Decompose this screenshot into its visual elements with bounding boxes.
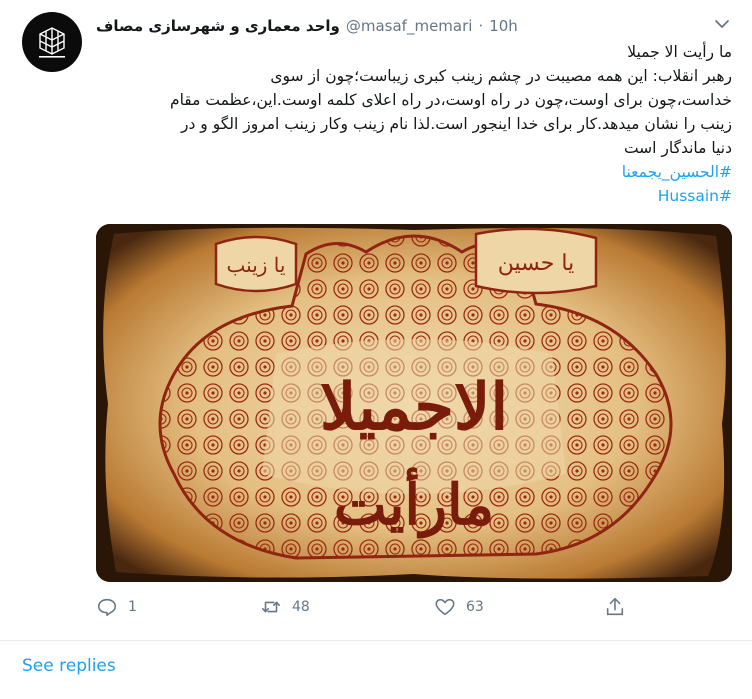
- user-handle[interactable]: @masaf_memari: [346, 17, 473, 35]
- tweet-text: ما رأیت الا جمیلا رهبر انقلاب: این همه م…: [96, 40, 732, 208]
- see-replies-link[interactable]: See replies: [22, 656, 116, 676]
- display-name[interactable]: واحد معماری و شهرسازی مصاف: [96, 17, 340, 35]
- like-button[interactable]: 63: [434, 596, 484, 618]
- tweet-media-image[interactable]: يا زينب يا حسين الاجميلا مارأيت: [96, 224, 732, 582]
- tweet-text-line: ما رأیت الا جمیلا: [627, 43, 732, 61]
- retweet-icon: [261, 601, 281, 613]
- more-options-chevron-down-icon[interactable]: [712, 14, 732, 34]
- share-button[interactable]: [604, 596, 626, 618]
- header-separator: ·: [478, 17, 484, 35]
- retweet-button[interactable]: 48: [260, 596, 310, 618]
- masaf-logo-icon: [39, 27, 65, 58]
- tweet-header: واحد معماری و شهرسازی مصاف @masaf_memari…: [96, 13, 736, 39]
- reply-count: 1: [128, 599, 137, 615]
- reply-icon: [97, 598, 117, 617]
- avatar[interactable]: [22, 12, 82, 72]
- tweet-actions: 1 48 63: [96, 596, 656, 622]
- like-count: 63: [466, 599, 484, 615]
- tweet-text-line: زینب را نشان میدهد.کار برای خدا اینجور ا…: [180, 115, 732, 133]
- main-calligraphy-text: الاجميلا: [320, 370, 508, 445]
- tweet-text-line: دنیا ماندگار است: [623, 139, 732, 157]
- reply-button[interactable]: 1: [96, 596, 137, 618]
- cartouche-left-text: يا زينب: [227, 253, 286, 277]
- share-icon: [606, 597, 624, 616]
- tweet-text-line: رهبر انقلاب: این همه مصیبت در چشم زینب ک…: [270, 67, 732, 85]
- tweet-timestamp[interactable]: 10h: [489, 17, 518, 35]
- lower-calligraphy-text: مارأيت: [334, 466, 494, 539]
- heart-icon: [435, 598, 455, 616]
- hashtag-link[interactable]: #الحسین_یجمعنا: [96, 160, 732, 184]
- tweet-text-line: خداست،چون برای اوست،چون در راه اوست،در ر…: [169, 91, 732, 109]
- retweet-count: 48: [292, 599, 310, 615]
- calligraphy-artwork: يا زينب يا حسين الاجميلا مارأيت: [96, 224, 732, 582]
- hashtag-link[interactable]: #Hussain: [96, 184, 732, 208]
- cartouche-right-text: يا حسين: [498, 251, 574, 276]
- tweet-card[interactable]: واحد معماری و شهرسازی مصاف @masaf_memari…: [0, 0, 752, 641]
